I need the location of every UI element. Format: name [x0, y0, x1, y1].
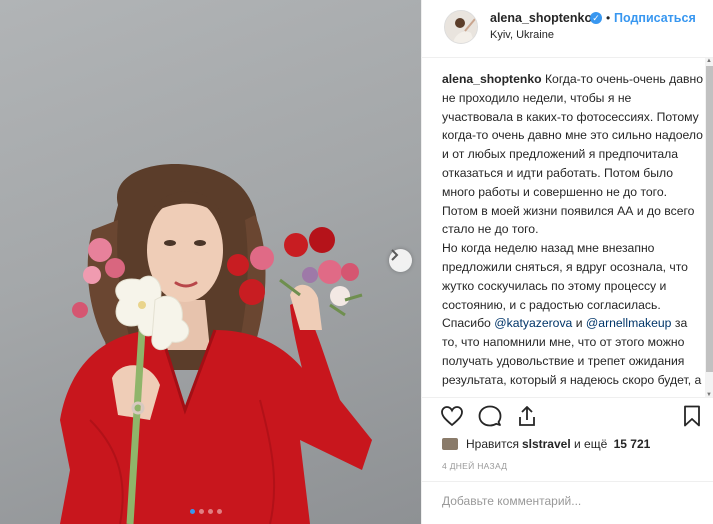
- carousel-indicator: [190, 509, 222, 514]
- likes-middle: и ещё: [570, 437, 611, 451]
- carousel-dot-active: [190, 509, 195, 514]
- comment-icon: [478, 405, 502, 427]
- post-sidebar: alena_shoptenko ✓ • Подписаться Kyiv, Uk…: [421, 0, 713, 524]
- likes-summary: Нравится slstravel и ещё 15 721: [442, 436, 650, 452]
- post-header: alena_shoptenko ✓ • Подписаться Kyiv, Uk…: [422, 0, 713, 58]
- carousel-dot: [208, 509, 213, 514]
- save-button[interactable]: [680, 404, 704, 428]
- carousel-dot: [217, 509, 222, 514]
- location-link[interactable]: Kyiv, Ukraine: [490, 29, 554, 41]
- caption-text-part-1: Когда-то очень-очень давно не проходило …: [442, 72, 704, 331]
- caption-scrollbar[interactable]: ▲ ▼: [705, 58, 713, 398]
- caption-username[interactable]: alena_shoptenko: [442, 72, 542, 86]
- post-actions: [422, 397, 713, 433]
- header-separator: •: [606, 11, 611, 25]
- photo-illustration: [60, 164, 372, 524]
- mention-link[interactable]: @arnellmakeup: [586, 316, 672, 330]
- heart-icon: [441, 406, 463, 427]
- bookmark-icon: [684, 405, 700, 427]
- carousel-dot: [199, 509, 204, 514]
- post-photo[interactable]: [0, 0, 421, 524]
- avatar-image: [445, 11, 477, 43]
- next-slide-button[interactable]: [389, 249, 412, 272]
- username-link[interactable]: alena_shoptenko: [490, 11, 592, 25]
- caption-text: alena_shoptenko Когда-то очень-очень дав…: [442, 70, 704, 393]
- mention-link[interactable]: @katyazerova: [494, 316, 572, 330]
- liker-avatar[interactable]: [442, 438, 458, 450]
- post-caption: alena_shoptenko Когда-то очень-очень дав…: [442, 70, 704, 393]
- caption-text-part-2: и: [572, 316, 586, 331]
- scroll-up-icon[interactable]: ▲: [706, 58, 712, 64]
- scroll-thumb[interactable]: [706, 66, 713, 372]
- comment-box: [422, 481, 713, 524]
- verified-badge-icon: ✓: [590, 12, 602, 24]
- share-icon: [519, 406, 535, 426]
- post-timestamp[interactable]: 4 ДНЕЙ НАЗАД: [442, 461, 507, 471]
- comment-input[interactable]: [442, 494, 682, 508]
- share-button[interactable]: [515, 404, 539, 428]
- likes-count[interactable]: 15 721: [614, 437, 651, 451]
- like-button[interactable]: [440, 404, 464, 428]
- chevron-right-icon: [391, 249, 399, 261]
- avatar[interactable]: [444, 10, 478, 44]
- likes-prefix: Нравится: [466, 437, 519, 451]
- comment-button[interactable]: [478, 404, 502, 428]
- liker-username[interactable]: slstravel: [522, 437, 571, 451]
- follow-button[interactable]: Подписаться: [614, 11, 696, 25]
